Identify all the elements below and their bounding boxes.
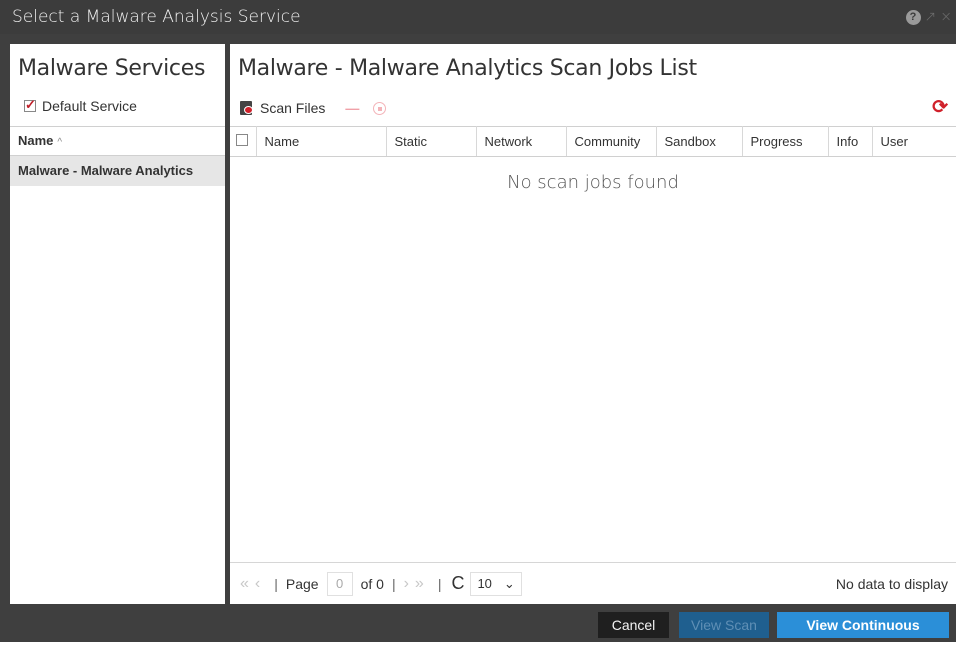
- page-count: of 0: [360, 575, 384, 592]
- view-scan-button[interactable]: View Scan: [679, 612, 769, 638]
- help-icon[interactable]: ?: [905, 9, 921, 25]
- pager-divider: |: [274, 575, 278, 592]
- dialog-titlebar: Select a Malware Analysis Service ? ↗ ×: [0, 0, 956, 34]
- column-network[interactable]: Network: [476, 126, 567, 157]
- services-panel: Malware Services Default Service Name^ M…: [10, 44, 225, 604]
- pager-divider: |: [437, 575, 442, 592]
- page-size-value: 10: [477, 575, 492, 591]
- scan-jobs-toolbar: Scan Files —: [240, 96, 387, 120]
- scan-files-button[interactable]: Scan Files: [260, 100, 325, 116]
- first-page-button[interactable]: «: [240, 575, 249, 593]
- table-header-row: Name Static Network Community Sandbox Pr…: [230, 126, 956, 157]
- scan-jobs-title: Malware - Malware Analytics Scan Jobs Li…: [238, 56, 697, 81]
- scan-jobs-table: Name Static Network Community Sandbox Pr…: [230, 126, 956, 157]
- column-progress[interactable]: Progress: [742, 126, 829, 157]
- pager-status: No data to display: [835, 575, 948, 592]
- column-header-label: Name: [18, 133, 54, 148]
- refresh-icon[interactable]: ⟳: [932, 96, 948, 119]
- service-list-item[interactable]: Malware - Malware Analytics: [10, 156, 225, 186]
- select-all-checkbox[interactable]: [236, 134, 248, 146]
- column-info[interactable]: Info: [828, 126, 873, 157]
- sort-ascending-icon: ^: [57, 137, 63, 148]
- scan-files-icon: [240, 101, 254, 115]
- cancel-button[interactable]: Cancel: [598, 612, 669, 638]
- default-service-checkbox[interactable]: [24, 97, 36, 113]
- last-page-button[interactable]: »: [415, 575, 424, 593]
- select-all-cell: [230, 126, 257, 157]
- close-icon[interactable]: ×: [940, 0, 952, 34]
- services-panel-title: Malware Services: [18, 56, 206, 81]
- dialog-title: Select a Malware Analysis Service: [12, 7, 301, 27]
- page-number-input[interactable]: 0: [326, 571, 353, 596]
- default-service-label: Default Service: [42, 98, 137, 114]
- malware-service-dialog: Select a Malware Analysis Service ? ↗ × …: [0, 0, 956, 659]
- empty-state-message: No scan jobs found: [507, 172, 679, 193]
- page-label: Page: [285, 575, 319, 592]
- column-static[interactable]: Static: [386, 126, 477, 157]
- column-sandbox[interactable]: Sandbox: [656, 126, 743, 157]
- scan-jobs-panel: Malware - Malware Analytics Scan Jobs Li…: [230, 44, 956, 604]
- page-size-select[interactable]: 10 ⌄: [470, 571, 522, 596]
- next-page-button[interactable]: ›: [404, 575, 409, 593]
- reload-icon[interactable]: C: [451, 573, 464, 594]
- expand-icon[interactable]: ↗: [925, 0, 937, 34]
- chevron-down-icon: ⌄: [503, 575, 515, 591]
- column-user[interactable]: User: [872, 126, 956, 157]
- column-community[interactable]: Community: [566, 126, 657, 157]
- default-service-toggle[interactable]: Default Service: [24, 97, 137, 114]
- view-continuous-mode-button[interactable]: View Continuous Mode: [777, 612, 949, 659]
- services-name-column-header[interactable]: Name ^: [10, 126, 225, 156]
- window-controls: ? ↗ ×: [905, 0, 952, 34]
- stop-job-icon[interactable]: [373, 101, 387, 115]
- remove-job-button[interactable]: —: [345, 100, 359, 116]
- column-name[interactable]: Name: [256, 126, 387, 157]
- prev-page-button[interactable]: ‹: [255, 575, 260, 593]
- pagination-bar: « ‹ | Page 0 of 0 | › » | C 10 ⌄ No data…: [230, 562, 956, 604]
- pager-divider: |: [391, 575, 396, 592]
